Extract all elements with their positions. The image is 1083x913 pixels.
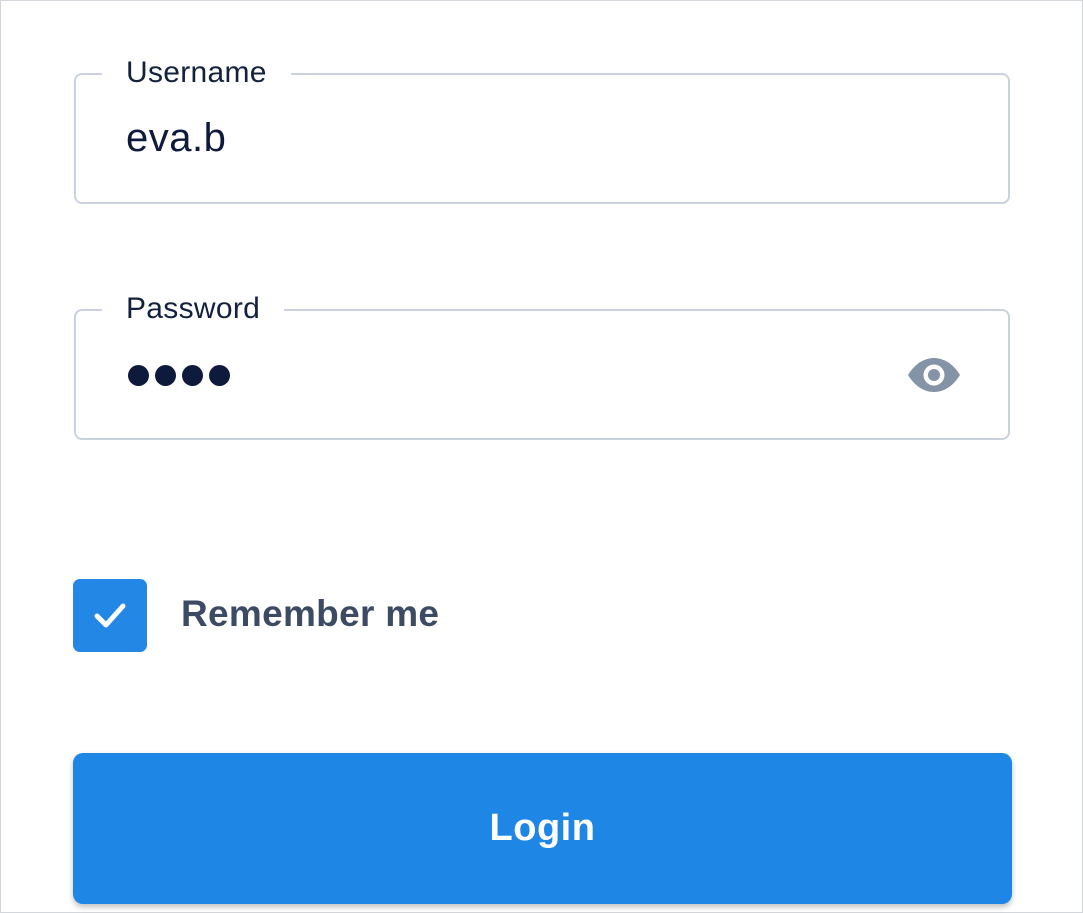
username-field[interactable]: Username eva.b: [74, 53, 1010, 204]
password-field[interactable]: Password: [74, 289, 1010, 440]
username-value[interactable]: eva.b: [126, 113, 226, 163]
password-mask-dot: [209, 365, 230, 386]
check-icon: [94, 603, 126, 628]
password-label: Password: [102, 289, 285, 329]
password-masked-value[interactable]: [128, 365, 230, 386]
password-mask-dot: [155, 365, 176, 386]
eye-icon[interactable]: [906, 357, 962, 393]
remember-me-checkbox[interactable]: [73, 579, 147, 652]
username-label: Username: [102, 53, 291, 93]
login-button[interactable]: Login: [73, 753, 1012, 904]
password-mask-dot: [182, 365, 203, 386]
remember-me-label[interactable]: Remember me: [181, 589, 439, 639]
password-mask-dot: [128, 365, 149, 386]
login-form: Username eva.b Password Remember me Logi…: [0, 0, 1083, 913]
